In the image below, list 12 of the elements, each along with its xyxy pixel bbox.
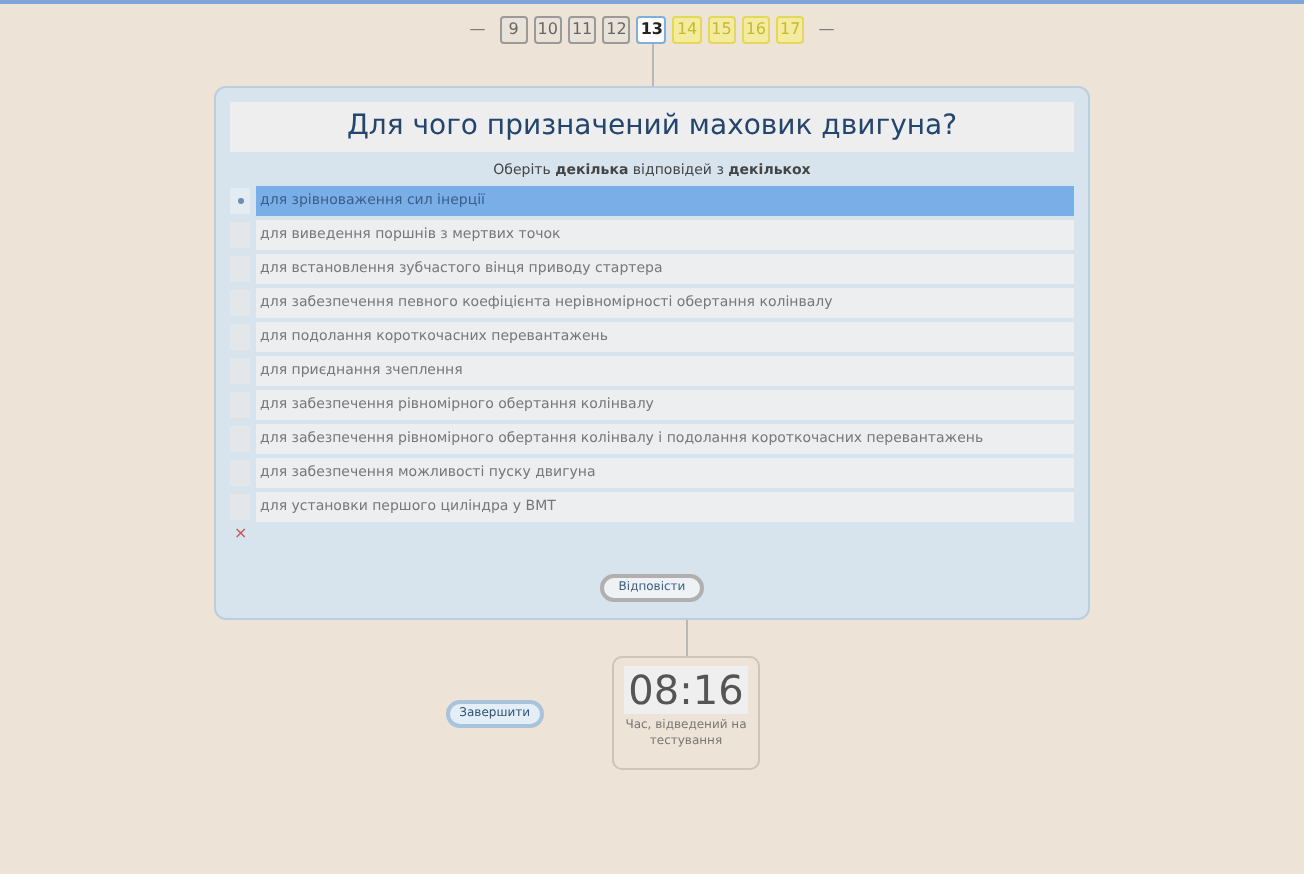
dot-icon xyxy=(237,197,243,203)
question-title: Для чого призначений маховик двигуна? xyxy=(230,102,1074,152)
page-button[interactable]: 12 xyxy=(602,16,631,44)
option-checkbox[interactable] xyxy=(230,187,250,213)
page-button[interactable]: 13 xyxy=(636,16,667,44)
page-button[interactable]: 10 xyxy=(533,16,562,44)
page-button[interactable]: 9 xyxy=(499,16,528,44)
pagination-prev[interactable]: — xyxy=(469,18,486,42)
timer-display: 08:16 xyxy=(624,665,748,713)
clear-mark[interactable]: × xyxy=(234,525,1074,541)
page-button[interactable]: 11 xyxy=(567,16,597,44)
pagination-next[interactable]: — xyxy=(818,18,835,42)
